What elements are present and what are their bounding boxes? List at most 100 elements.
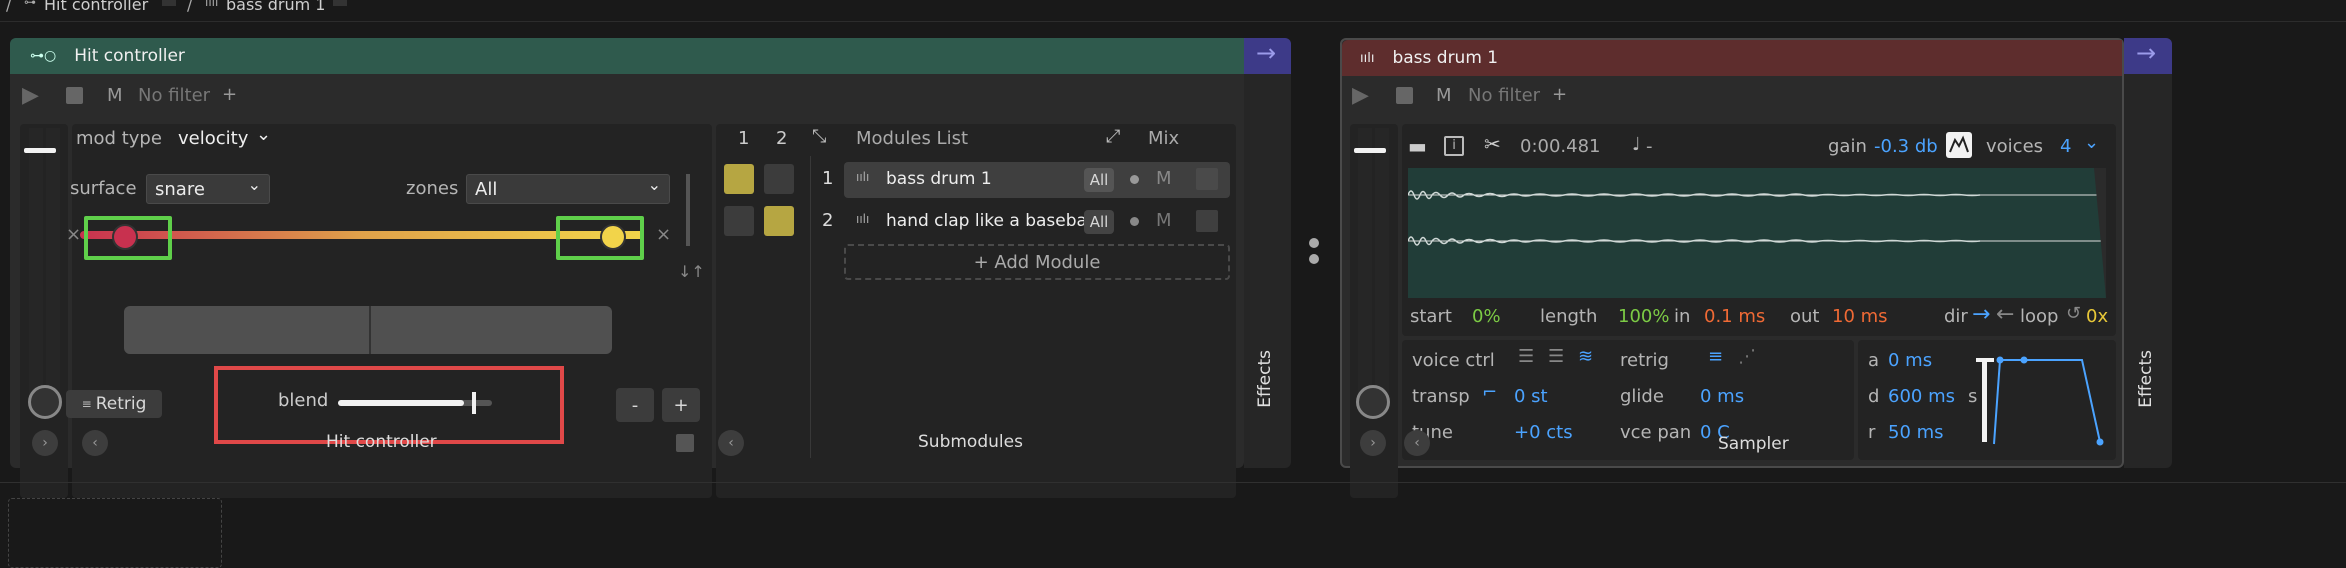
length-value[interactable]: 100% — [1618, 306, 1669, 327]
solo-dot[interactable] — [1130, 175, 1139, 184]
zone-pad[interactable] — [124, 306, 612, 354]
volume-fader[interactable] — [1354, 148, 1386, 153]
pan-knob[interactable] — [28, 385, 62, 419]
expand-icon[interactable]: › — [1360, 430, 1386, 456]
info-icon[interactable]: i — [1444, 136, 1464, 156]
chevron-down-icon: ⌄ — [247, 175, 261, 194]
retrig-button[interactable]: ≡ Retrig — [66, 390, 162, 418]
stop-icon[interactable] — [1396, 87, 1413, 104]
module-number: 1 — [822, 168, 834, 189]
out-value[interactable]: 10 ms — [1832, 306, 1888, 327]
step-icon[interactable]: ⌐ — [1482, 382, 1497, 403]
blend-slider[interactable] — [338, 400, 492, 406]
sustain-slider[interactable] — [1982, 360, 1987, 442]
drag-dot[interactable] — [1309, 238, 1319, 248]
back-icon[interactable]: ‹ — [82, 430, 108, 456]
gain-value[interactable]: -0.3 db — [1874, 136, 1938, 157]
chevron-down-icon[interactable]: ⌄ — [256, 124, 271, 145]
note-icon[interactable]: ♩ — [1632, 134, 1641, 155]
module-mute[interactable]: M — [1156, 210, 1172, 231]
stop-icon[interactable] — [66, 87, 83, 104]
collapse-icon[interactable]: ⤡ — [812, 126, 826, 147]
arrow-right-icon[interactable]: → — [1972, 302, 1990, 327]
zone-scrollbar[interactable] — [686, 174, 690, 246]
decay-value[interactable]: 600 ms — [1888, 386, 1955, 407]
add-filter-button[interactable]: + — [222, 84, 237, 105]
waveform-icon: ıılı — [1360, 50, 1375, 66]
arrow-left-icon[interactable]: ← — [1996, 302, 2014, 327]
mute-button[interactable]: M — [107, 85, 123, 106]
normalize-icon[interactable] — [1946, 132, 1972, 158]
zone-divider — [369, 306, 371, 354]
sampler-output-tab[interactable]: → — [2124, 38, 2172, 74]
filter-label[interactable]: No filter — [1468, 85, 1540, 106]
resize-icon[interactable] — [676, 434, 694, 452]
expand-icon[interactable]: ⤢ — [1106, 126, 1120, 147]
loop-icon[interactable]: ↺ — [2066, 303, 2081, 324]
retrig-mode-icon[interactable]: ⋰ — [1738, 346, 1756, 367]
voice-mode-icon[interactable]: ≋ — [1578, 346, 1593, 367]
filter-label[interactable]: No filter — [138, 85, 210, 106]
drag-dot[interactable] — [1309, 254, 1319, 264]
back-icon[interactable]: ‹ — [1404, 430, 1430, 456]
zone-end-handle[interactable] — [600, 224, 626, 250]
zone-cell[interactable] — [764, 206, 794, 236]
zones-select[interactable]: All ⌄ — [466, 174, 670, 204]
loop-label: loop — [2020, 306, 2059, 327]
mute-button[interactable]: M — [1436, 85, 1452, 106]
zone-cell[interactable] — [724, 206, 754, 236]
zone-cell[interactable] — [764, 164, 794, 194]
sort-icon[interactable]: ↓↑ — [678, 262, 705, 281]
voices-value[interactable]: 4 — [2060, 136, 2071, 157]
blend-thumb[interactable] — [472, 392, 477, 414]
plus-button[interactable]: + — [662, 388, 700, 422]
add-filter-button[interactable]: + — [1552, 84, 1567, 105]
volume-fader[interactable] — [24, 148, 56, 153]
effects-label[interactable]: Effects — [1255, 350, 1275, 408]
add-block-placeholder[interactable] — [8, 498, 222, 568]
retrig-label: retrig — [1620, 350, 1669, 371]
breadcrumb-hit[interactable]: Hit controller — [44, 0, 148, 14]
arrow-right-icon: → — [2136, 39, 2157, 67]
module-zones-button[interactable]: All — [1084, 210, 1114, 234]
voice-mode-icon[interactable]: ☰ — [1518, 346, 1534, 367]
solo-dot[interactable] — [1130, 217, 1139, 226]
module-zones-button[interactable]: All — [1084, 168, 1114, 192]
in-value[interactable]: 0.1 ms — [1704, 306, 1765, 327]
scissors-icon[interactable]: ✂ — [1484, 132, 1501, 156]
mod-type-dropdown[interactable]: velocity — [178, 128, 248, 149]
breadcrumb-bass[interactable]: bass drum 1 — [226, 0, 325, 14]
waveform-display[interactable] — [1407, 168, 2106, 298]
zone-cell[interactable] — [724, 164, 754, 194]
add-module-button[interactable]: + Add Module — [844, 244, 1230, 280]
folder-icon[interactable]: ▬ — [1408, 134, 1427, 158]
sampler-header[interactable]: ıılı bass drum 1 — [1342, 40, 2122, 76]
loop-count[interactable]: 0x — [2086, 306, 2108, 327]
attack-value[interactable]: 0 ms — [1888, 350, 1932, 371]
transp-value[interactable]: 0 st — [1514, 386, 1548, 407]
voice-mode-icon[interactable]: ☰ — [1548, 346, 1564, 367]
envelope-graph[interactable] — [1990, 350, 2114, 450]
hit-footer-label: Hit controller — [326, 432, 437, 452]
surface-select[interactable]: snare ⌄ — [146, 174, 270, 204]
retrig-mode-icon[interactable]: ≡ — [1708, 346, 1723, 367]
play-icon[interactable]: ▶ — [1352, 83, 1369, 108]
effects-label[interactable]: Effects — [2136, 350, 2156, 408]
hit-header[interactable]: ⊶○ Hit controller — [10, 38, 1244, 74]
module-name[interactable]: hand clap like a baseba — [886, 211, 1087, 231]
start-value[interactable]: 0% — [1472, 306, 1501, 327]
tune-value[interactable]: +0 cts — [1514, 422, 1573, 443]
back-icon[interactable]: ‹ — [718, 430, 744, 456]
expand-icon[interactable]: › — [32, 430, 58, 456]
close-icon[interactable]: × — [66, 224, 81, 245]
hit-output-tab[interactable]: → — [1244, 38, 1291, 74]
glide-value[interactable]: 0 ms — [1700, 386, 1744, 407]
release-value[interactable]: 50 ms — [1888, 422, 1944, 443]
pan-knob[interactable] — [1356, 385, 1390, 419]
close-icon[interactable]: × — [656, 224, 671, 245]
play-icon[interactable]: ▶ — [22, 83, 39, 108]
zone-start-handle[interactable] — [112, 224, 138, 250]
chevron-down-icon[interactable]: ⌄ — [2084, 132, 2099, 153]
minus-button[interactable]: - — [616, 388, 654, 422]
module-mute[interactable]: M — [1156, 168, 1172, 189]
